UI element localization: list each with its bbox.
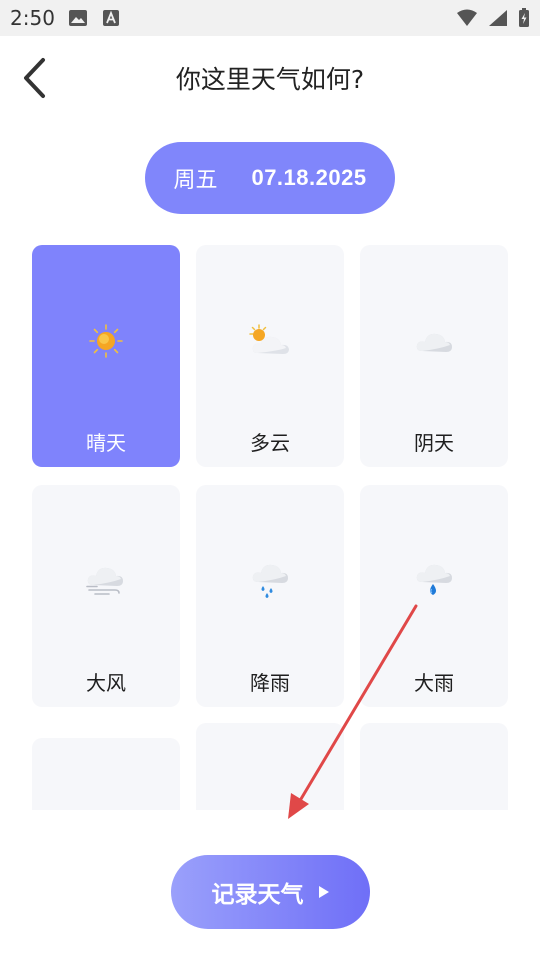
partly-cloudy-icon (247, 323, 293, 363)
weather-option-row3-right[interactable] (360, 723, 508, 810)
weather-option-label: 多云 (250, 431, 290, 455)
weekday-label: 周五 (173, 168, 218, 193)
weather-option-row3-middle[interactable] (196, 723, 344, 810)
weather-option-row3-left[interactable] (32, 738, 180, 810)
weather-option-label: 阴天 (414, 431, 454, 455)
sun-icon (88, 323, 124, 363)
windy-cloud-icon (85, 563, 127, 603)
weather-option-sunny[interactable]: 晴天 (32, 245, 180, 467)
weather-grid[interactable]: 晴天 多云 阴天 大风 降雨 大雨 (0, 232, 540, 810)
weather-option-rain[interactable]: 降雨 (196, 485, 344, 707)
cloud-icon (414, 327, 454, 359)
date-label: 07.18.2025 (251, 165, 367, 190)
battery-icon (518, 8, 530, 32)
record-weather-button[interactable]: 记录天气 (171, 855, 370, 929)
image-icon (68, 9, 88, 31)
status-bar: 2:50 (0, 0, 540, 36)
a-notification-icon (102, 9, 120, 31)
weather-option-overcast[interactable]: 阴天 (360, 245, 508, 467)
status-notification-icons (68, 9, 120, 31)
date-selector[interactable]: 周五 07.18.2025 (145, 142, 395, 214)
record-weather-label: 记录天气 (211, 882, 304, 908)
header: 你这里天气如何? (0, 36, 540, 120)
page-title: 你这里天气如何? (175, 65, 365, 94)
weather-option-windy[interactable]: 大风 (32, 485, 180, 707)
wifi-icon (456, 9, 478, 31)
weather-option-label: 大风 (86, 671, 126, 695)
status-time: 2:50 (10, 6, 55, 30)
weather-option-label: 晴天 (86, 431, 126, 455)
weather-option-label: 降雨 (250, 671, 290, 695)
heavy-rain-cloud-icon (414, 562, 454, 604)
rain-cloud-icon (250, 562, 290, 604)
weather-option-cloudy[interactable]: 多云 (196, 245, 344, 467)
weather-option-heavy-rain[interactable]: 大雨 (360, 485, 508, 707)
signal-icon (488, 9, 508, 31)
play-triangle-icon (318, 879, 330, 905)
weather-option-label: 大雨 (414, 671, 454, 695)
status-system-icons (456, 8, 530, 32)
